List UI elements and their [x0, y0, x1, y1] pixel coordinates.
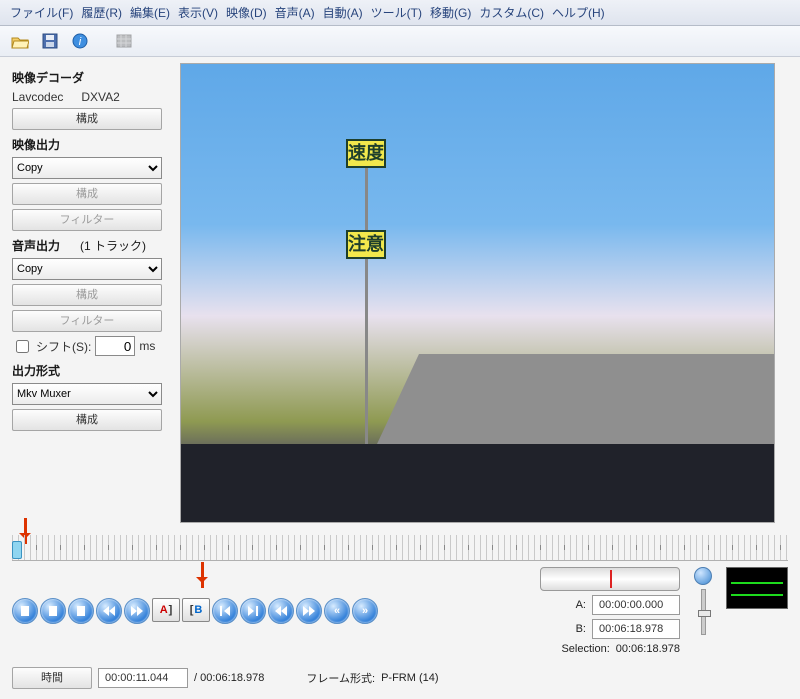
road-sign-bottom: 注意	[346, 230, 386, 259]
vu-meter	[726, 567, 788, 609]
audio-output-select[interactable]: Copy	[12, 258, 162, 280]
grid-icon	[116, 34, 132, 48]
triangle-right-icon	[77, 606, 85, 616]
transport-row: A] [B « » A:00:00:00.000 B:00:06:18.978 …	[0, 563, 800, 659]
decoder-name: Lavcodec	[12, 90, 63, 104]
toolbar: i	[0, 26, 800, 57]
output-format-select[interactable]: Mkv Muxer	[12, 383, 162, 405]
seek-thumb[interactable]	[12, 541, 22, 559]
shift-value-input[interactable]	[95, 336, 135, 356]
triangle-left-icon	[49, 606, 57, 616]
menu-help[interactable]: ヘルプ(H)	[552, 4, 605, 21]
dashboard-shape	[181, 444, 774, 522]
fast-forward-button[interactable]	[124, 598, 150, 624]
next-keyframe-button[interactable]	[296, 598, 322, 624]
bar-right-icon	[248, 606, 258, 616]
sidebar: 映像デコーダ Lavcodec DXVA2 構成 映像出力 Copy 構成 フィ…	[0, 57, 180, 529]
decoder-configure-button[interactable]: 構成	[12, 108, 162, 130]
shift-unit: ms	[139, 339, 155, 353]
menu-audio[interactable]: 音声(A)	[275, 4, 315, 21]
b-label: B:	[576, 623, 586, 635]
next-cut-button[interactable]: »	[352, 598, 378, 624]
volume-thumb[interactable]	[698, 610, 711, 617]
road-sign-top: 速度	[346, 139, 386, 168]
current-time-value[interactable]: 00:00:11.044	[98, 668, 188, 688]
calculator-button[interactable]	[112, 30, 136, 52]
video-out-configure-button[interactable]: 構成	[12, 183, 162, 205]
rewind-icon	[275, 606, 287, 616]
transport-buttons: A] [B « »	[12, 598, 378, 624]
bar-left-icon	[220, 606, 230, 616]
info-icon: i	[72, 33, 88, 49]
rewind-icon	[103, 606, 115, 616]
menu-file[interactable]: ファイル(F)	[10, 4, 73, 21]
content-area: 映像デコーダ Lavcodec DXVA2 構成 映像出力 Copy 構成 フィ…	[0, 57, 800, 529]
video-output-title: 映像出力	[12, 136, 170, 153]
menu-history[interactable]: 履歴(R)	[81, 4, 122, 21]
audio-out-filter-button[interactable]: フィルター	[12, 310, 162, 332]
shift-label: シフト(S):	[36, 338, 91, 355]
floppy-icon	[42, 33, 58, 49]
total-time-value: / 00:06:18.978	[194, 672, 264, 684]
play-button[interactable]	[12, 598, 38, 624]
volume-slider[interactable]	[701, 589, 706, 635]
timeline-area	[0, 529, 800, 563]
menu-edit[interactable]: 編集(E)	[130, 4, 170, 21]
video-out-filter-button[interactable]: フィルター	[12, 209, 162, 231]
output-format-configure-button[interactable]: 構成	[12, 409, 162, 431]
menu-bar: ファイル(F) 履歴(R) 編集(E) 表示(V) 映像(D) 音声(A) 自動…	[0, 0, 800, 26]
b-time-value: 00:06:18.978	[592, 619, 680, 639]
play-icon	[21, 606, 29, 616]
mark-a-label: A	[160, 604, 168, 616]
decoder-mode: DXVA2	[81, 90, 119, 104]
menu-custom[interactable]: カスタム(C)	[479, 4, 544, 21]
frame-type-label: フレーム形式:	[306, 670, 375, 686]
goto-start-button[interactable]	[212, 598, 238, 624]
audio-output-title: 音声出力	[12, 237, 60, 254]
video-output-select[interactable]: Copy	[12, 157, 162, 179]
output-format-title: 出力形式	[12, 362, 170, 379]
info-button[interactable]: i	[68, 30, 92, 52]
step-back-button[interactable]	[40, 598, 66, 624]
sign-pole	[365, 144, 368, 444]
rewind-button[interactable]	[96, 598, 122, 624]
annotation-arrow-2	[201, 562, 204, 588]
audio-track-count: (1 トラック)	[80, 237, 146, 254]
prev-cut-button[interactable]: «	[324, 598, 350, 624]
frame-type-value: P-FRM (14)	[381, 672, 438, 684]
jog-wheel[interactable]	[540, 567, 680, 591]
ffwd-icon	[303, 606, 315, 616]
mark-a-button[interactable]: A]	[152, 598, 180, 622]
selection-label: Selection:	[561, 643, 609, 655]
selection-value: 00:06:18.978	[616, 643, 680, 655]
save-button[interactable]	[38, 30, 62, 52]
menu-auto[interactable]: 自動(A)	[323, 4, 363, 21]
audio-out-configure-button[interactable]: 構成	[12, 284, 162, 306]
time-row: 時間 00:00:11.044 / 00:06:18.978 フレーム形式: P…	[0, 659, 800, 699]
seek-bar[interactable]	[12, 535, 788, 561]
video-decoder-title: 映像デコーダ	[12, 69, 170, 86]
goto-end-button[interactable]	[240, 598, 266, 624]
mark-b-label: B	[194, 604, 202, 616]
menu-view[interactable]: 表示(V)	[178, 4, 218, 21]
preview-pane: 速度 注意	[180, 57, 800, 529]
folder-open-icon	[11, 34, 29, 49]
video-preview[interactable]: 速度 注意	[180, 63, 775, 523]
prev-keyframe-button[interactable]	[268, 598, 294, 624]
open-file-button[interactable]	[8, 30, 32, 52]
a-label: A:	[576, 599, 586, 611]
menu-go[interactable]: 移動(G)	[430, 4, 471, 21]
time-mode-button[interactable]: 時間	[12, 667, 92, 689]
shift-checkbox[interactable]	[16, 340, 29, 353]
menu-tools[interactable]: ツール(T)	[371, 4, 422, 21]
a-time-value: 00:00:00.000	[592, 595, 680, 615]
menu-video[interactable]: 映像(D)	[226, 4, 267, 21]
ffwd-icon	[131, 606, 143, 616]
mark-b-button[interactable]: [B	[182, 598, 210, 622]
volume-knob[interactable]	[694, 567, 712, 585]
step-forward-button[interactable]	[68, 598, 94, 624]
